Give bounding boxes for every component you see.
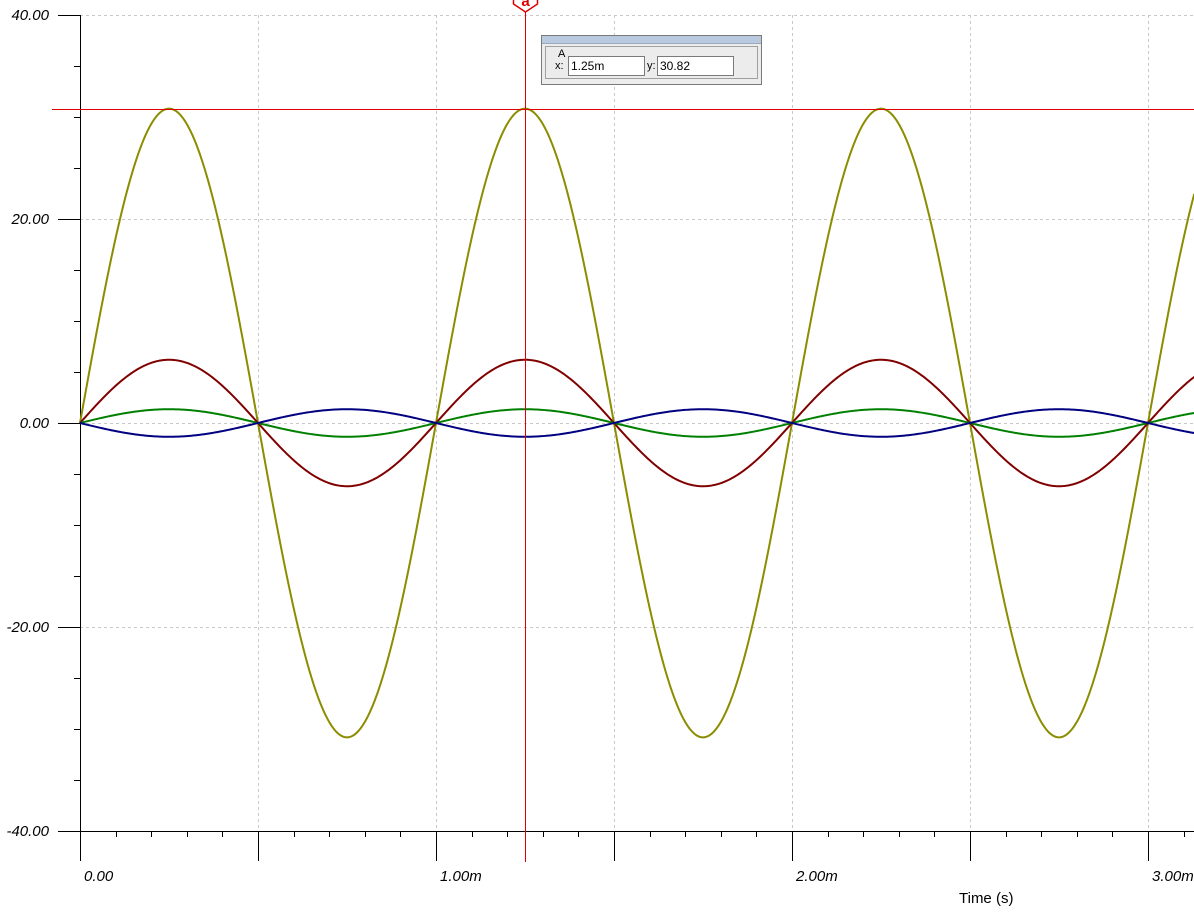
y-tick-label: -20.00 [6,619,49,636]
chart: a 40.00 20.00 0.00 -20.00 -40.00 0.00 1.00m 2.0… [6,0,1194,907]
series-line-2 [79,358,1194,488]
cursor-y-field[interactable]: 30.82 [657,56,734,76]
y-tick-label: 40.00 [11,7,49,24]
x-field-label: x: [555,60,564,72]
axes [58,15,1194,861]
grid [80,15,1194,832]
x-tick-label: 0.00 [84,868,114,885]
x-tick-label: 2.00m [795,868,838,885]
cursor-readout-panel[interactable]: A x: 1.25m y: 30.82 [541,35,762,85]
tick-labels: 40.00 20.00 0.00 -20.00 -40.00 0.00 1.00m 2.00m… [6,7,1193,885]
x-tick-label: 1.00m [440,868,482,885]
panel-titlebar[interactable] [542,36,761,44]
series-line-4 [79,408,1194,438]
cursor-marker-label: a [521,0,530,10]
y-tick-label: 0.00 [20,415,50,432]
x-axis-title: Time (s) [959,890,1013,907]
series-group [79,107,1194,739]
cursor-x-field[interactable]: 1.25m [568,56,645,76]
series-line-3 [79,408,1194,438]
y-tick-label: -40.00 [6,823,49,840]
y-tick-label: 20.00 [10,211,49,228]
series-line-1 [79,107,1194,739]
y-field-label: y: [647,60,656,72]
cursor-group-box: A x: 1.25m y: 30.82 [545,46,758,79]
x-tick-label: 3.00m [1152,868,1194,885]
